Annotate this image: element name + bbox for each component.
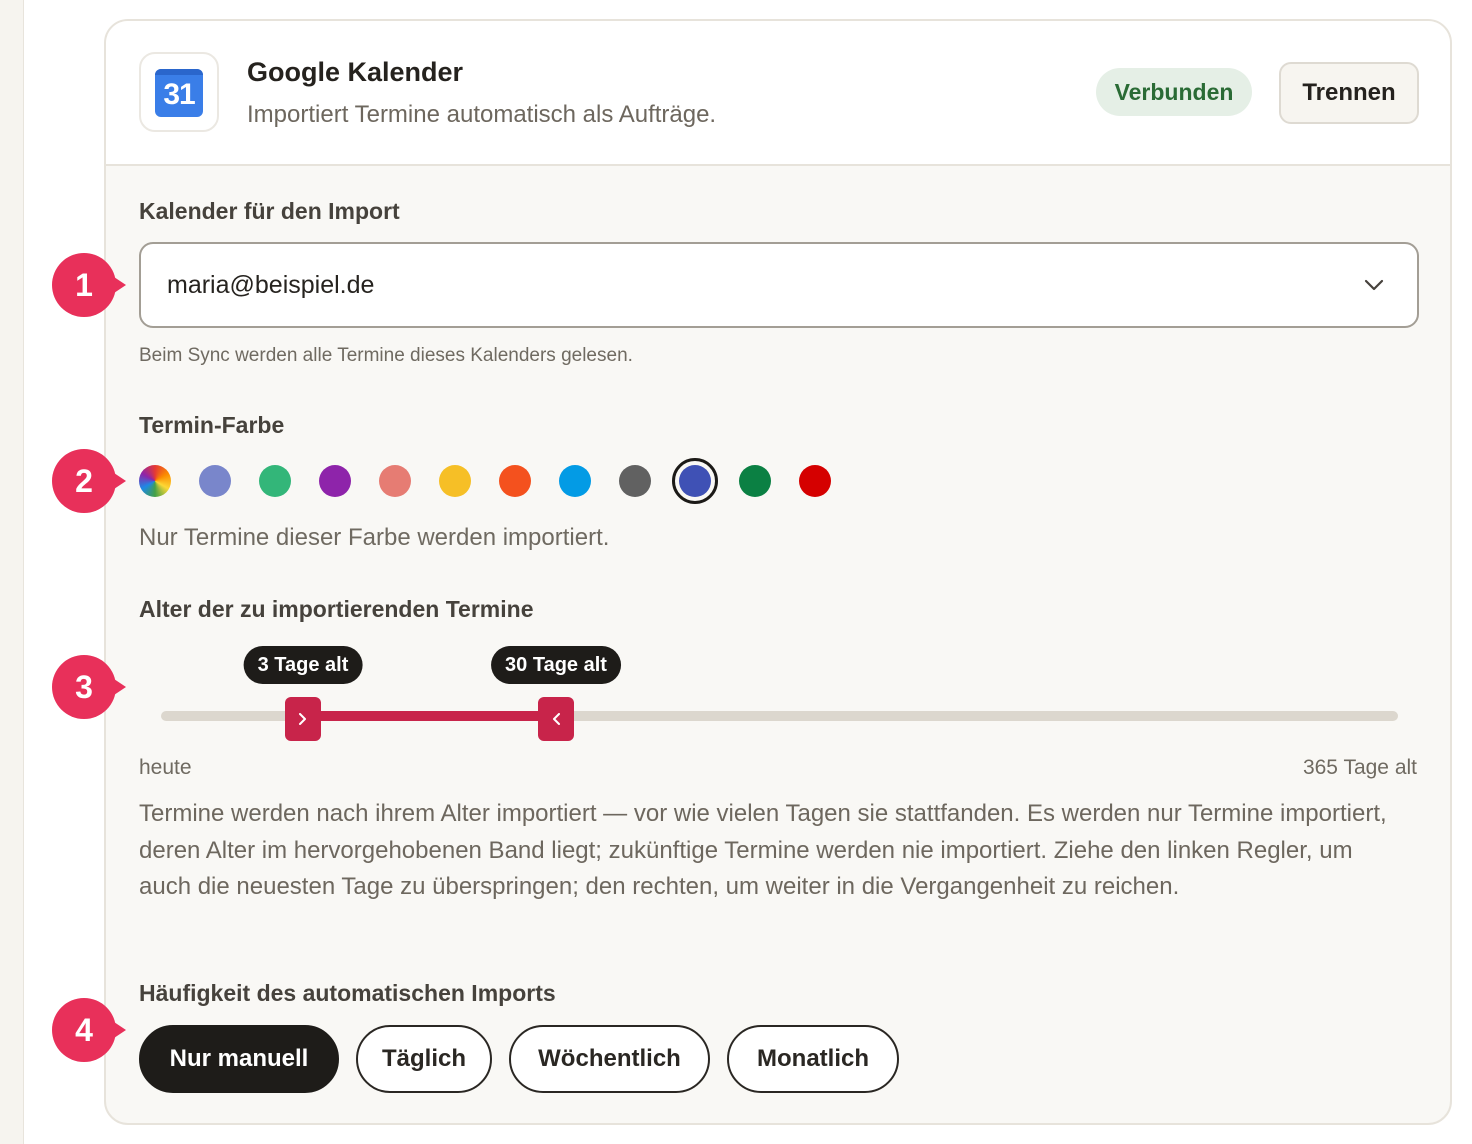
left-rail: [0, 0, 24, 1144]
frequency-option-1[interactable]: Nur manuell: [139, 1025, 339, 1093]
color-swatch-banana[interactable]: [439, 465, 471, 497]
annotation-marker-1: 1: [52, 253, 126, 317]
chevron-down-icon: [1364, 279, 1384, 291]
annotation-marker-4: 4: [52, 998, 126, 1062]
color-swatch-tangerine[interactable]: [499, 465, 531, 497]
age-label: Alter der zu importierenden Termine: [139, 596, 534, 622]
age-max-tooltip: 30 Tage alt: [491, 646, 621, 684]
color-swatch-grape[interactable]: [319, 465, 351, 497]
age-slider-range: [303, 711, 556, 721]
chevron-left-icon: [553, 713, 560, 725]
color-label: Termin-Farbe: [139, 412, 285, 438]
age-min-thumb[interactable]: [285, 697, 321, 741]
color-swatch-blueberry[interactable]: [672, 458, 718, 504]
age-scale-end: 365 Tage alt: [1302, 756, 1417, 779]
annotation-marker-2: 2: [52, 449, 126, 513]
age-description: Termine werden nach ihrem Alter importie…: [139, 800, 1387, 900]
card-header: 31 Google Kalender Importiert Termine au…: [106, 21, 1450, 166]
color-hint: Nur Termine dieser Farbe werden importie…: [139, 524, 610, 551]
color-swatch-lavender[interactable]: [199, 465, 231, 497]
color-swatch-flamingo[interactable]: [379, 465, 411, 497]
age-max-thumb[interactable]: [538, 697, 574, 741]
integration-card: 31 Google Kalender Importiert Termine au…: [104, 19, 1452, 1125]
disconnect-button[interactable]: Trennen: [1279, 62, 1419, 124]
status-badge: Verbunden: [1096, 68, 1252, 116]
annotation-marker-3: 3: [52, 655, 126, 719]
google-calendar-icon: 31: [155, 69, 203, 117]
color-swatch-tomato[interactable]: [799, 465, 831, 497]
calendar-select-value: maria@beispiel.de: [167, 271, 375, 299]
color-swatch-peacock[interactable]: [559, 465, 591, 497]
frequency-option-2[interactable]: Täglich: [356, 1025, 492, 1093]
calendar-select-hint: Beim Sync werden alle Termine dieses Kal…: [139, 345, 633, 366]
integration-description: Importiert Termine automatisch als Auftr…: [247, 101, 717, 128]
integration-title: Google Kalender: [247, 57, 464, 87]
app-icon-frame: 31: [139, 52, 219, 132]
color-swatch-graphite[interactable]: [619, 465, 651, 497]
calendar-select[interactable]: maria@beispiel.de: [139, 242, 1419, 328]
color-swatch-basil[interactable]: [739, 465, 771, 497]
frequency-label: Häufigkeit des automatischen Imports: [139, 980, 556, 1006]
chevron-right-icon: [299, 713, 306, 725]
color-swatch-fill: [679, 465, 711, 497]
calendar-select-label: Kalender für den Import: [139, 198, 400, 224]
age-scale-start: heute: [139, 756, 192, 779]
frequency-option-4[interactable]: Monatlich: [727, 1025, 899, 1093]
frequency-option-3[interactable]: Wöchentlich: [509, 1025, 710, 1093]
age-min-tooltip: 3 Tage alt: [243, 646, 363, 684]
color-swatch-all-colors[interactable]: [139, 465, 171, 497]
color-swatch-sage[interactable]: [259, 465, 291, 497]
color-swatch-row: [139, 458, 859, 504]
